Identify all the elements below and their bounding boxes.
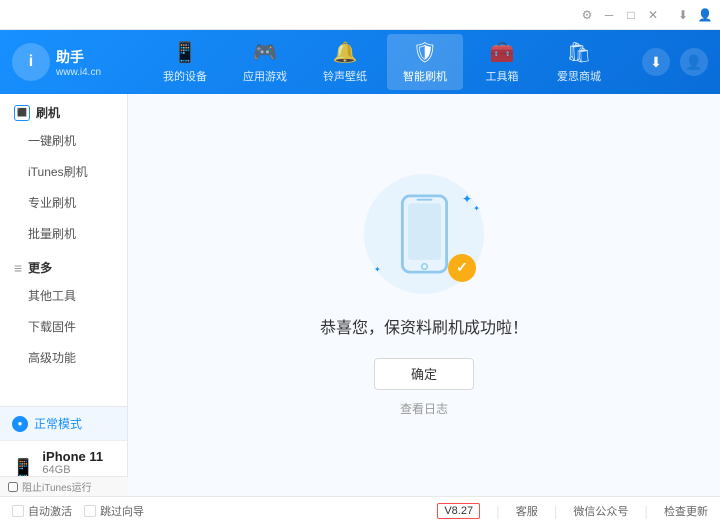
sidebar-item-pro-flash[interactable]: 专业刷机 (0, 187, 127, 218)
nav-icon-toolbox: 🧰 (490, 40, 515, 65)
success-message: 恭喜您，保资料刷机成功啦！ (320, 314, 528, 338)
flash-section-icon: ⬛ (14, 105, 30, 121)
check-badge: ✓ (448, 254, 476, 282)
nav-label-my-device: 我的设备 (163, 68, 207, 84)
nav-label-smart-flash: 智能刷机 (403, 68, 447, 84)
support-link[interactable]: 客服 (516, 503, 538, 519)
user-icon[interactable]: 👤 (698, 8, 712, 22)
sidebar-section-flash-label: 刷机 (36, 104, 60, 121)
more-icon: ≡ (14, 260, 22, 276)
skip-guide-checkbox[interactable]: 跳过向导 (84, 503, 144, 519)
wechat-link[interactable]: 微信公众号 (573, 503, 628, 519)
nav-icon-apps-games: 🎮 (253, 40, 278, 65)
nav-item-toolbox[interactable]: 🧰 工具箱 (467, 34, 537, 90)
view-log-link[interactable]: 查看日志 (400, 400, 448, 417)
sidebar-item-other-tools[interactable]: 其他工具 (0, 280, 127, 311)
nav-item-smart-flash[interactable]: 🛡 智能刷机 (387, 34, 463, 90)
device-storage: 64GB (42, 464, 103, 476)
confirm-button[interactable]: 确定 (374, 358, 474, 390)
logo-area: i 助手 www.i4.cn (12, 43, 122, 81)
nav-label-shop: 爱思商城 (557, 68, 601, 84)
itunes-checkbox[interactable] (8, 482, 18, 492)
update-link[interactable]: 检查更新 (664, 503, 708, 519)
bottom-right: V8.27 | 客服 | 微信公众号 | 检查更新 (437, 503, 708, 519)
nav-item-ringtones[interactable]: 🔔 铃声壁纸 (307, 34, 383, 90)
skip-guide-label: 跳过向导 (100, 503, 144, 519)
title-bar: ⚙ ─ □ ✕ ⬇ 👤 (0, 0, 720, 30)
settings-icon[interactable]: ⚙ (580, 8, 594, 22)
auto-activate-checkbox[interactable]: 自动激活 (12, 503, 72, 519)
download-header-icon[interactable]: ⬇ (642, 48, 670, 76)
nav-items: 📱 我的设备 🎮 应用游戏 🔔 铃声壁纸 🛡 智能刷机 🧰 工具箱 🛍 爱思商城 (122, 34, 642, 90)
download-icon[interactable]: ⬇ (676, 8, 690, 22)
sidebar-item-one-key-flash[interactable]: 一键刷机 (0, 125, 127, 156)
sparkle-1: ✦ (462, 192, 472, 206)
logo-url: www.i4.cn (56, 67, 101, 78)
device-name: iPhone 11 (42, 449, 103, 464)
sidebar-more-label: ≡ 更多 (0, 249, 127, 280)
sidebar-item-itunes-flash[interactable]: iTunes刷机 (0, 156, 127, 187)
nav-item-apps-games[interactable]: 🎮 应用游戏 (227, 34, 303, 90)
mode-text: 正常模式 (34, 415, 82, 432)
sparkle-3: ✦ (374, 265, 381, 274)
sidebar-section-flash: ⬛ 刷机 (0, 94, 127, 125)
sidebar: ⬛ 刷机 一键刷机 iTunes刷机 专业刷机 批量刷机 ≡ 更多 其他工具 下… (0, 94, 128, 496)
nav-label-toolbox: 工具箱 (486, 68, 519, 84)
logo-name: 助手 (56, 47, 101, 67)
version-badge: V8.27 (437, 503, 480, 519)
phone-svg (397, 194, 452, 274)
sparkle-2: ✦ (473, 204, 480, 213)
bottom-bar: 自动激活 跳过向导 阻止iTunes运行 V8.27 | 客服 | 微信公众号 … (0, 496, 720, 524)
nav-label-apps-games: 应用游戏 (243, 68, 287, 84)
itunes-bar: 阻止iTunes运行 (0, 476, 128, 496)
sidebar-item-download-firmware[interactable]: 下载固件 (0, 311, 127, 342)
title-bar-icons: ⚙ ─ □ ✕ ⬇ 👤 (580, 8, 712, 22)
nav-icon-smart-flash: 🛡 (412, 40, 437, 65)
maximize-icon[interactable]: □ (624, 8, 638, 22)
auto-activate-check[interactable] (12, 505, 24, 517)
nav-icon-ringtones: 🔔 (333, 40, 358, 65)
device-mode: ● 正常模式 (0, 407, 127, 440)
close-icon[interactable]: ✕ (646, 8, 660, 22)
minimize-icon[interactable]: ─ (602, 8, 616, 22)
logo-text: 助手 www.i4.cn (56, 47, 101, 78)
logo-icon: i (12, 43, 50, 81)
mode-icon: ● (12, 416, 28, 432)
sidebar-item-advanced[interactable]: 高级功能 (0, 342, 127, 373)
user-header-icon[interactable]: 👤 (680, 48, 708, 76)
nav-item-my-device[interactable]: 📱 我的设备 (147, 34, 223, 90)
nav-label-ringtones: 铃声壁纸 (323, 68, 367, 84)
nav-icon-my-device: 📱 (173, 40, 198, 65)
auto-activate-label: 自动激活 (28, 503, 72, 519)
sidebar-item-batch-flash[interactable]: 批量刷机 (0, 218, 127, 249)
skip-guide-check[interactable] (84, 505, 96, 517)
nav-icon-shop: 🛍 (566, 40, 591, 65)
nav-item-shop[interactable]: 🛍 爱思商城 (541, 34, 617, 90)
header: i 助手 www.i4.cn 📱 我的设备 🎮 应用游戏 🔔 铃声壁纸 🛡 智能… (0, 30, 720, 94)
more-text: 更多 (28, 259, 52, 276)
bottom-left: 自动激活 跳过向导 (12, 503, 144, 519)
nav-right: ⬇ 👤 (642, 48, 708, 76)
success-icon-container: ✓ ✦ ✦ ✦ (364, 174, 484, 294)
content-area: ✓ ✦ ✦ ✦ 恭喜您，保资料刷机成功啦！ 确定 查看日志 (128, 94, 720, 496)
itunes-label: 阻止iTunes运行 (22, 479, 92, 494)
